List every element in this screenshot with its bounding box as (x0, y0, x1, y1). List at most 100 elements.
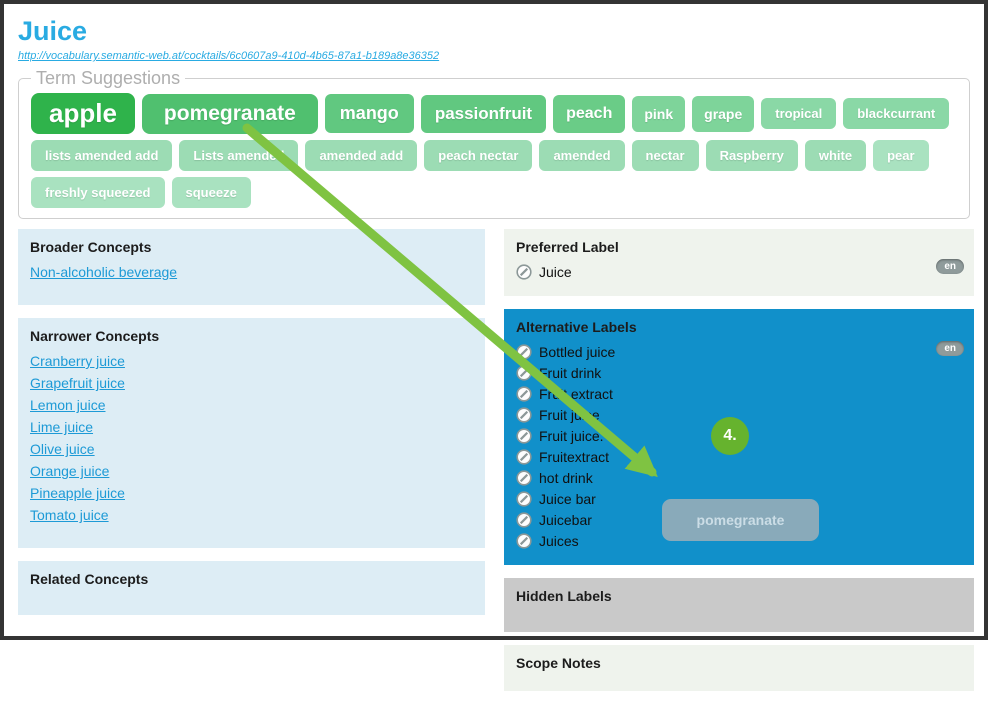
term-suggestion-button[interactable]: peach (553, 95, 625, 133)
scope-notes-heading: Scope Notes (516, 654, 962, 672)
term-suggestion-button[interactable]: white (805, 140, 866, 171)
concept-link[interactable]: Non-alcoholic beverage (30, 261, 473, 283)
scope-notes-panel: Scope Notes (504, 645, 974, 691)
term-suggestion-button[interactable]: lists amended add (31, 140, 172, 171)
concept-link[interactable]: Lemon juice (30, 394, 473, 416)
edit-icon[interactable] (516, 428, 532, 444)
hidden-labels-panel: Hidden Labels (504, 578, 974, 632)
alternative-label-text: Juicebar (539, 512, 592, 528)
term-suggestions-legend: Term Suggestions (31, 68, 185, 89)
term-suggestion-button[interactable]: pomegranate (142, 94, 318, 134)
alternative-label-item: hot drink (516, 467, 962, 488)
term-suggestion-label: blackcurrant (857, 106, 935, 121)
narrower-concepts-list: Cranberry juiceGrapefruit juiceLemon jui… (30, 350, 473, 526)
term-suggestion-label: apple (49, 98, 117, 128)
term-suggestion-button[interactable]: apple (31, 93, 135, 134)
related-concepts-heading: Related Concepts (30, 570, 473, 588)
concept-link[interactable]: Cranberry juice (30, 350, 473, 372)
term-suggestion-button[interactable]: nectar (632, 140, 699, 171)
alternative-label-item: Fruit extract (516, 383, 962, 404)
term-suggestion-label: mango (340, 103, 399, 123)
concept-link[interactable]: Olive juice (30, 438, 473, 460)
drag-ghost-pomegranate[interactable]: pomegranate (662, 499, 819, 541)
alternative-labels-panel: Alternative Labels Bottled juice (504, 309, 974, 565)
alternative-label-text: Fruit juice. (539, 428, 604, 444)
edit-icon[interactable] (516, 512, 532, 528)
page-header: Juice http://vocabulary.semantic-web.at/… (4, 4, 984, 64)
narrower-concepts-heading: Narrower Concepts (30, 327, 473, 345)
term-suggestion-label: white (819, 148, 852, 163)
concept-link[interactable]: Orange juice (30, 460, 473, 482)
relations-column: Broader Concepts Non-alcoholic beverage … (18, 229, 485, 704)
preferred-label-heading: Preferred Label (516, 238, 962, 256)
term-suggestion-button[interactable]: passionfruit (421, 95, 546, 133)
edit-icon[interactable] (516, 533, 532, 549)
concept-link[interactable]: Pineapple juice (30, 482, 473, 504)
language-badge: en (936, 341, 964, 356)
edit-icon[interactable] (516, 470, 532, 486)
alternative-label-text: Juice bar (539, 491, 596, 507)
term-suggestion-label: grape (704, 106, 742, 122)
alternative-label-text: hot drink (539, 470, 593, 486)
broader-concepts-heading: Broader Concepts (30, 238, 473, 256)
edit-icon[interactable] (516, 386, 532, 402)
alternative-label-text: Bottled juice (539, 344, 615, 360)
edit-icon[interactable] (516, 491, 532, 507)
alternative-label-text: Fruit drink (539, 365, 601, 381)
term-suggestion-button[interactable]: mango (325, 94, 414, 133)
related-concepts-panel: Related Concepts (18, 561, 485, 615)
alternative-labels-heading: Alternative Labels (516, 318, 962, 336)
concept-uri-link[interactable]: http://vocabulary.semantic-web.at/cockta… (18, 50, 439, 62)
alternative-label-item: Bottled juice (516, 341, 962, 362)
broader-concepts-panel: Broader Concepts Non-alcoholic beverage (18, 229, 485, 305)
term-suggestion-label: amended (553, 148, 610, 163)
term-suggestions-panel: Term Suggestions apple pomegranate mango… (18, 68, 970, 219)
term-suggestion-label: pear (887, 148, 914, 163)
term-suggestion-button[interactable]: amended add (305, 140, 417, 171)
term-suggestion-label: amended add (319, 148, 403, 163)
term-suggestion-button[interactable]: squeeze (172, 177, 251, 208)
preferred-label-text: Juice (539, 264, 572, 280)
concept-link[interactable]: Grapefruit juice (30, 372, 473, 394)
term-suggestion-button[interactable]: pink (632, 96, 685, 132)
edit-icon[interactable] (516, 264, 532, 280)
term-suggestion-button[interactable]: blackcurrant (843, 98, 949, 129)
narrower-concepts-panel: Narrower Concepts Cranberry juiceGrapefr… (18, 318, 485, 548)
term-suggestion-label: pomegranate (164, 102, 296, 125)
term-suggestion-button[interactable]: Lists amended (179, 140, 298, 171)
term-suggestion-button[interactable]: Raspberry (706, 140, 798, 171)
edit-icon[interactable] (516, 449, 532, 465)
term-suggestion-label: pink (644, 106, 673, 122)
term-suggestion-button[interactable]: freshly squeezed (31, 177, 165, 208)
term-suggestion-label: Lists amended (193, 148, 284, 163)
alternative-label-text: Fruit juice (539, 407, 600, 423)
step-4-badge: 4. (711, 417, 749, 455)
term-suggestion-label: lists amended add (45, 148, 158, 163)
edit-icon[interactable] (516, 344, 532, 360)
term-suggestion-button[interactable]: grape (692, 96, 754, 132)
concept-link[interactable]: Tomato juice (30, 504, 473, 526)
alternative-label-item: Fruit drink (516, 362, 962, 383)
term-suggestion-button[interactable]: amended (539, 140, 624, 171)
language-badge: en (936, 259, 964, 274)
term-suggestion-button[interactable]: tropical (761, 98, 836, 129)
term-suggestion-label: tropical (775, 106, 822, 121)
term-suggestion-label: freshly squeezed (45, 185, 151, 200)
alternative-label-text: Fruit extract (539, 386, 613, 402)
term-suggestion-button[interactable]: pear (873, 140, 928, 171)
alternative-label-text: Juices (539, 533, 579, 549)
main-content: Broader Concepts Non-alcoholic beverage … (4, 229, 984, 704)
edit-icon[interactable] (516, 407, 532, 423)
vocabulary-editor-page: { "page": { "title": "Juice", "uri": "ht… (0, 0, 988, 640)
broader-concepts-list: Non-alcoholic beverage (30, 261, 473, 283)
concept-link[interactable]: Lime juice (30, 416, 473, 438)
term-suggestion-label: squeeze (186, 185, 237, 200)
term-suggestions-list: apple pomegranate mango passionfruit pea… (31, 93, 959, 208)
preferred-label-item: Juice (516, 261, 962, 282)
term-suggestion-label: peach (566, 105, 612, 122)
hidden-labels-heading: Hidden Labels (516, 587, 962, 605)
term-suggestion-label: passionfruit (435, 104, 532, 123)
edit-icon[interactable] (516, 365, 532, 381)
term-suggestion-button[interactable]: peach nectar (424, 140, 532, 171)
preferred-label-panel: Preferred Label Juice en (504, 229, 974, 296)
